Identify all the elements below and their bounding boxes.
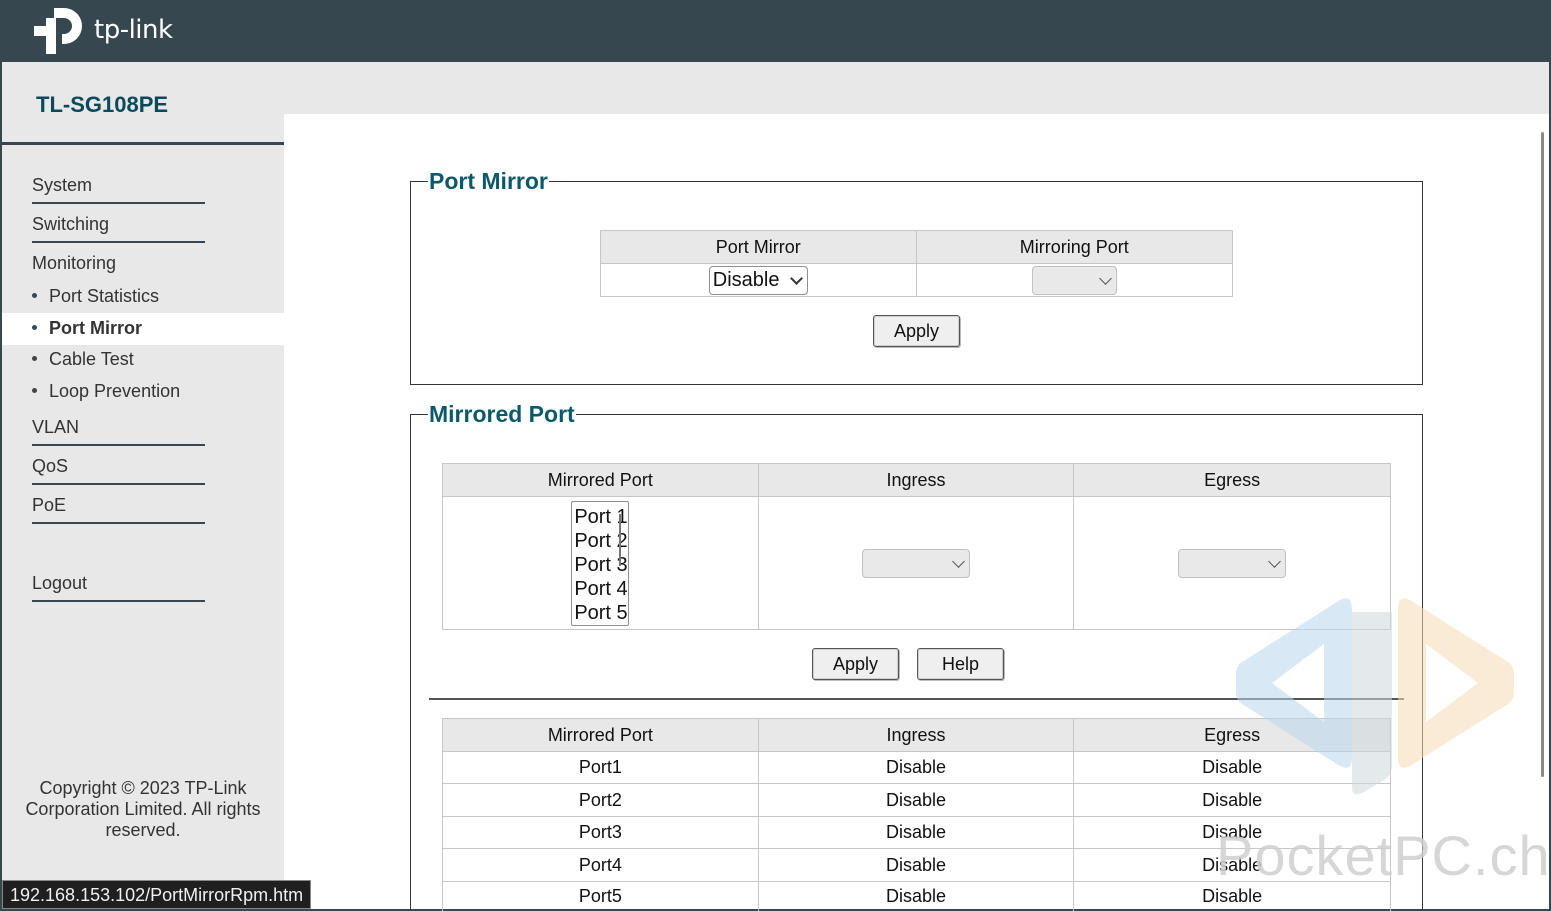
nav-divider xyxy=(32,600,205,602)
sidebar-subitem-label: Port Statistics xyxy=(49,286,160,306)
table-cell: Disable xyxy=(757,751,1075,784)
sidebar-item-logout[interactable]: Logout xyxy=(32,573,87,594)
vertical-scrollbar[interactable] xyxy=(1541,132,1544,777)
model-divider xyxy=(2,142,284,145)
column-header-mirrored-port: Mirrored Port xyxy=(442,463,759,497)
column-header-ingress: Ingress xyxy=(757,463,1075,497)
top-header-bar: tp-link xyxy=(0,0,1551,62)
nav-divider xyxy=(32,444,205,446)
port-mirror-title: Port Mirror xyxy=(428,168,549,195)
bullet-icon xyxy=(32,355,37,361)
table-cell: Port2 xyxy=(442,783,759,817)
table-cell: Port3 xyxy=(442,816,759,849)
table-cell: Disable xyxy=(757,816,1075,849)
bullet-icon xyxy=(32,387,37,393)
nav-divider xyxy=(32,522,205,524)
nav-divider xyxy=(32,483,205,485)
chevron-down-icon xyxy=(1268,554,1282,568)
list-option[interactable]: Port 5 xyxy=(574,601,628,625)
sidebar-item-monitoring[interactable]: Monitoring xyxy=(32,253,116,274)
sidebar-subitem-label: Loop Prevention xyxy=(49,381,181,401)
help-button[interactable]: Help xyxy=(917,648,1004,680)
sidebar-subitem-port-mirror[interactable]: Port Mirror xyxy=(32,318,142,339)
ingress-cell xyxy=(757,496,1075,630)
sidebar-subitem-port-statistics[interactable]: Port Statistics xyxy=(32,286,159,307)
column-header-mirrored-port: Mirrored Port xyxy=(442,718,759,752)
status-bar-url: 192.168.153.102/PortMirrorRpm.htm xyxy=(2,880,312,909)
sidebar-subitem-label: Cable Test xyxy=(49,349,134,369)
sidebar-item-switching[interactable]: Switching xyxy=(32,214,109,235)
column-header-port-mirror: Port Mirror xyxy=(600,230,917,264)
mirrored-port-listbox[interactable]: Port 1 Port 2 Port 3 Port 4 Port 5 xyxy=(571,500,630,626)
listbox-scroll-thumb[interactable] xyxy=(619,513,622,566)
egress-select[interactable] xyxy=(1178,549,1287,579)
sidebar-item-qos[interactable]: QoS xyxy=(32,456,68,477)
device-model-name: TL-SG108PE xyxy=(36,92,169,117)
column-header-ingress: Ingress xyxy=(757,718,1075,752)
content-header-band xyxy=(284,62,1551,114)
copyright-text: Copyright © 2023 TP-Link Corporation Lim… xyxy=(25,778,261,840)
chevron-down-icon xyxy=(1098,271,1112,285)
nav-divider xyxy=(32,202,205,204)
sidebar-subitem-cable-test[interactable]: Cable Test xyxy=(32,349,134,370)
mirrored-port-apply-button[interactable]: Apply xyxy=(812,648,899,680)
chevron-down-icon xyxy=(789,271,803,285)
table-cell: Port5 xyxy=(442,881,759,911)
sidebar-item-vlan[interactable]: VLAN xyxy=(32,417,79,438)
port-mirror-table: Port Mirror Mirroring Port Disable xyxy=(600,230,1234,297)
mirroring-port-select[interactable] xyxy=(1031,266,1117,296)
sidebar-item-poe[interactable]: PoE xyxy=(32,495,66,516)
tp-link-logo-icon xyxy=(34,8,82,54)
port-mirror-apply-button[interactable]: Apply xyxy=(873,315,960,347)
brand-text: tp-link xyxy=(94,15,173,45)
column-header-egress: Egress xyxy=(1073,463,1391,497)
mirrored-port-title: Mirrored Port xyxy=(428,401,576,428)
port-mirror-cell: Disable xyxy=(600,263,917,297)
table-cell: Disable xyxy=(757,881,1075,911)
watermark-logo-icon xyxy=(1236,598,1514,795)
bullet-icon xyxy=(32,324,37,330)
mirrored-port-list-cell: Port 1 Port 2 Port 3 Port 4 Port 5 xyxy=(442,496,759,630)
ingress-select[interactable] xyxy=(861,549,970,579)
table-cell: Disable xyxy=(757,783,1075,817)
sidebar-item-system[interactable]: System xyxy=(32,175,92,196)
bullet-icon xyxy=(32,292,37,298)
table-cell: Port4 xyxy=(442,848,759,882)
chevron-down-icon xyxy=(952,554,965,568)
nav-divider xyxy=(32,241,205,243)
watermark-text: PocketPC.ch xyxy=(1216,824,1551,887)
table-cell: Disable xyxy=(757,848,1075,882)
port-mirror-select[interactable]: Disable xyxy=(708,266,808,295)
sidebar-subitem-loop-prevention[interactable]: Loop Prevention xyxy=(32,381,180,402)
port-mirror-select-value: Disable xyxy=(712,269,780,291)
list-option[interactable]: Port 4 xyxy=(574,577,628,601)
mirroring-port-cell xyxy=(915,263,1234,297)
tp-link-logo: tp-link xyxy=(32,2,173,58)
column-header-mirroring-port: Mirroring Port xyxy=(915,230,1234,264)
sidebar-subitem-label: Port Mirror xyxy=(49,318,143,338)
table-cell: Port1 xyxy=(442,751,759,784)
